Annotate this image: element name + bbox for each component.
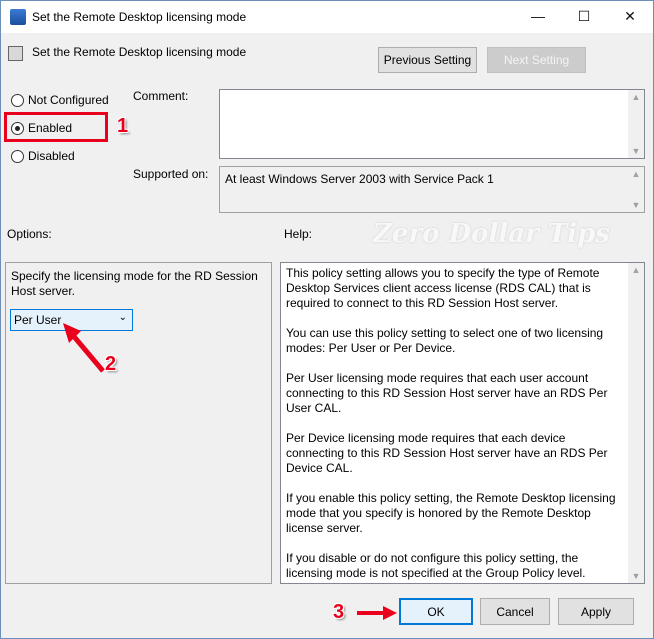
ok-button[interactable]: OK bbox=[399, 598, 473, 625]
comment-textarea[interactable]: ▲ ▼ bbox=[219, 89, 645, 159]
supported-on-label: Supported on: bbox=[133, 167, 209, 181]
setting-name: Set the Remote Desktop licensing mode bbox=[32, 45, 247, 59]
scroll-up-icon[interactable]: ▲ bbox=[632, 265, 641, 275]
licensing-mode-value: Per User bbox=[14, 313, 62, 327]
setting-icon bbox=[8, 46, 23, 61]
previous-setting-button[interactable]: Previous Setting bbox=[378, 47, 477, 73]
maximize-button[interactable]: ☐ bbox=[561, 1, 607, 31]
options-label: Options: bbox=[7, 227, 52, 241]
scroll-down-icon[interactable]: ▼ bbox=[632, 146, 641, 156]
comment-scrollbar[interactable]: ▲ ▼ bbox=[628, 90, 644, 158]
radio-disabled[interactable]: Disabled bbox=[11, 149, 75, 163]
help-paragraph: This policy setting allows you to specif… bbox=[286, 266, 600, 310]
help-paragraph: You can use this policy setting to selec… bbox=[286, 326, 604, 355]
help-scrollbar[interactable]: ▲ ▼ bbox=[628, 263, 644, 583]
apply-button[interactable]: Apply bbox=[558, 598, 634, 625]
title-bar: Set the Remote Desktop licensing mode — … bbox=[1, 1, 653, 33]
policy-dialog: Set the Remote Desktop licensing mode — … bbox=[0, 0, 654, 639]
supported-on-field: At least Windows Server 2003 with Servic… bbox=[219, 166, 645, 213]
radio-label: Disabled bbox=[28, 149, 75, 163]
scroll-down-icon[interactable]: ▼ bbox=[632, 200, 641, 210]
scroll-up-icon[interactable]: ▲ bbox=[632, 169, 641, 179]
annotation-arrow-2 bbox=[63, 323, 105, 373]
options-panel: Specify the licensing mode for the RD Se… bbox=[5, 262, 272, 584]
help-label: Help: bbox=[284, 227, 313, 241]
help-paragraph: If you enable this policy setting, the R… bbox=[286, 491, 616, 535]
annotation-step-2: 2 bbox=[105, 353, 117, 375]
annotation-arrow-3 bbox=[357, 606, 397, 620]
next-setting-button[interactable]: Next Setting bbox=[487, 47, 586, 73]
radio-circle bbox=[11, 93, 24, 107]
watermark: Zero Dollar Tips bbox=[373, 219, 610, 249]
options-description: Specify the licensing mode for the RD Se… bbox=[11, 269, 258, 298]
minimize-button[interactable]: — bbox=[515, 1, 561, 31]
help-paragraph: If you disable or do not configure this … bbox=[286, 551, 586, 580]
help-paragraph: Per User licensing mode requires that ea… bbox=[286, 371, 608, 415]
radio-not-configured[interactable]: Not Configured bbox=[11, 93, 109, 107]
supported-scrollbar[interactable]: ▲ ▼ bbox=[628, 167, 644, 212]
radio-label: Not Configured bbox=[28, 93, 109, 107]
chevron-down-icon: ⌄ bbox=[118, 312, 127, 323]
annotation-step-3: 3 bbox=[333, 601, 345, 623]
cancel-button[interactable]: Cancel bbox=[480, 598, 550, 625]
help-paragraph: Per Device licensing mode requires that … bbox=[286, 431, 608, 475]
comment-label: Comment: bbox=[133, 89, 189, 103]
supported-on-value: At least Windows Server 2003 with Servic… bbox=[225, 172, 494, 186]
radio-circle bbox=[11, 149, 24, 163]
policy-app-icon bbox=[10, 9, 26, 25]
window-title: Set the Remote Desktop licensing mode bbox=[32, 10, 247, 24]
close-button[interactable]: ✕ bbox=[607, 1, 653, 31]
annotation-highlight-box bbox=[4, 112, 108, 142]
scroll-up-icon[interactable]: ▲ bbox=[632, 92, 641, 102]
scroll-down-icon[interactable]: ▼ bbox=[632, 571, 641, 581]
annotation-step-1: 1 bbox=[117, 115, 129, 137]
help-text-panel: This policy setting allows you to specif… bbox=[280, 262, 645, 584]
